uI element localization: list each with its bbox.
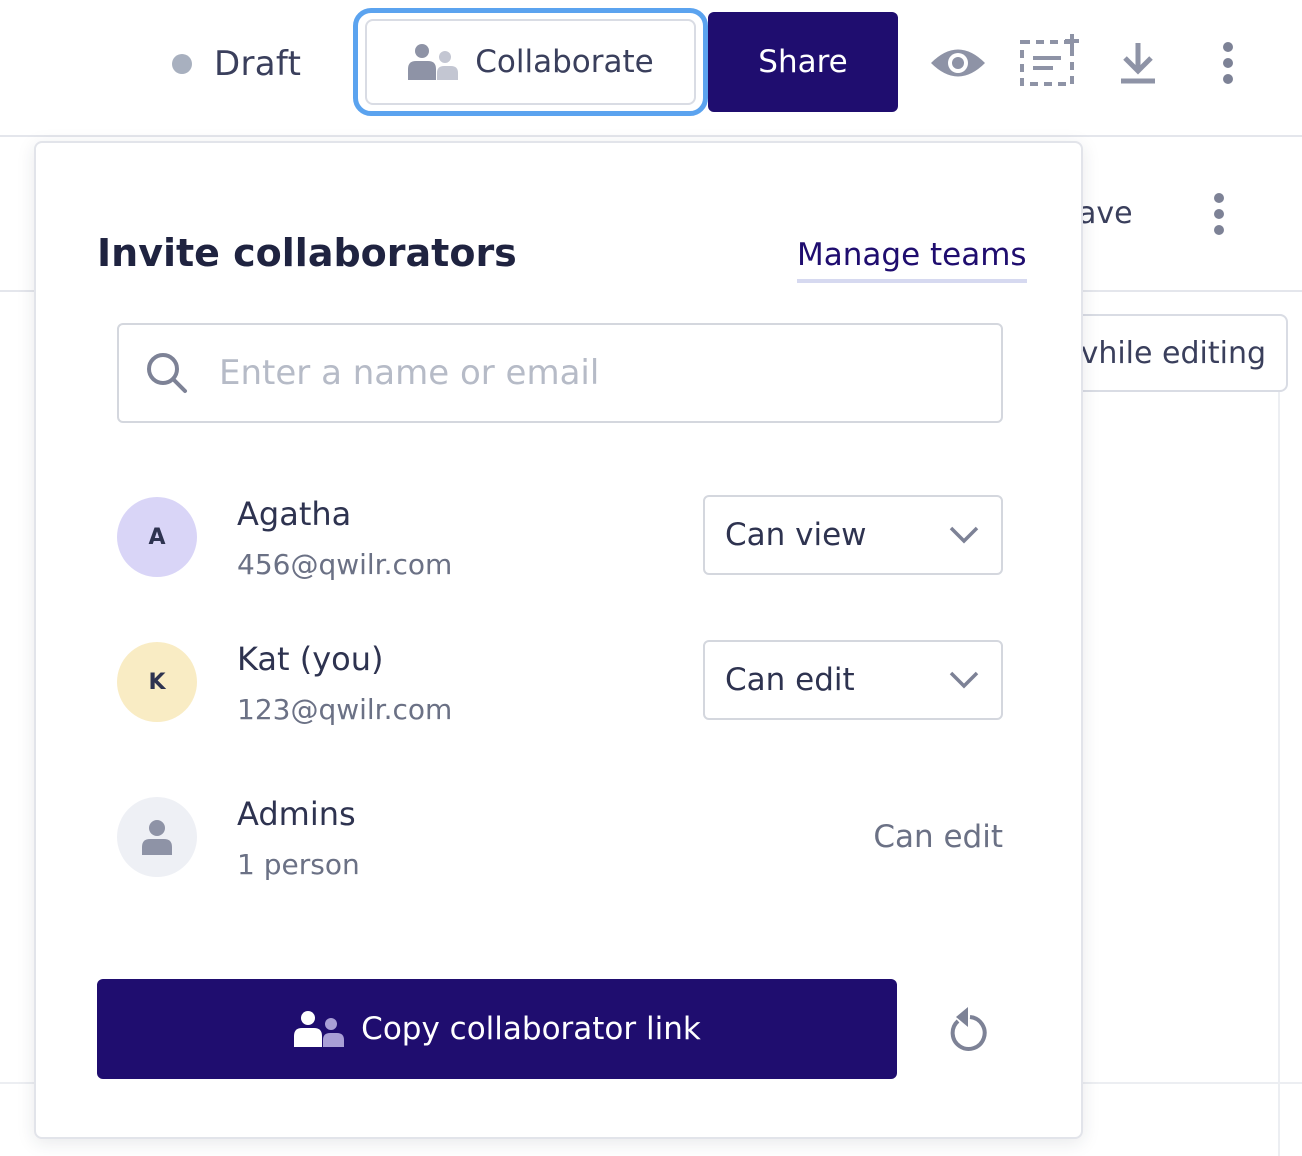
permission-select[interactable]: Can view xyxy=(703,495,1003,575)
collaborate-button-body[interactable]: Collaborate xyxy=(365,19,696,105)
permission-value: Can edit xyxy=(725,662,855,698)
collaborator-name: Kat (you) xyxy=(237,640,384,678)
more-vertical-icon[interactable] xyxy=(1216,40,1240,86)
collaborator-name: Admins xyxy=(237,795,356,833)
share-button[interactable]: Share xyxy=(708,12,898,112)
copy-collaborator-link-button[interactable]: Copy collaborator link xyxy=(97,979,897,1079)
collaborator-row: Admins 1 person Can edit xyxy=(117,795,1003,881)
top-toolbar: Draft Collaborate Share xyxy=(0,0,1302,137)
search-icon xyxy=(145,351,189,395)
manage-teams-link[interactable]: Manage teams xyxy=(797,237,1027,283)
collaborator-email: 123@qwilr.com xyxy=(237,693,453,726)
permission-value: Can view xyxy=(725,517,867,553)
avatar: A xyxy=(117,497,197,577)
avatar: K xyxy=(117,642,197,722)
background-editing-label: vhile editing xyxy=(1080,335,1266,371)
status-label: Draft xyxy=(214,44,302,84)
permission-select[interactable]: Can edit xyxy=(703,640,1003,720)
collaborator-email: 456@qwilr.com xyxy=(237,548,453,581)
collaborator-count: 1 person xyxy=(237,848,360,881)
search-input[interactable] xyxy=(219,353,959,393)
avatar xyxy=(117,797,197,877)
background-save-label[interactable]: ave xyxy=(1078,196,1133,231)
invite-collaborators-popover: Invite collaborators Manage teams A Agat… xyxy=(34,141,1083,1139)
status-indicator: Draft xyxy=(172,40,301,88)
people-icon xyxy=(407,42,459,82)
collaborate-button[interactable]: Collaborate xyxy=(353,8,708,116)
eye-icon[interactable] xyxy=(928,40,988,86)
copy-link-label: Copy collaborator link xyxy=(361,1011,701,1047)
background-editing-button[interactable]: vhile editing xyxy=(1060,314,1288,392)
people-icon xyxy=(293,1009,345,1049)
person-icon xyxy=(142,820,172,855)
collaborator-row: A Agatha 456@qwilr.com Can view xyxy=(117,495,1003,581)
popover-title: Invite collaborators xyxy=(97,231,517,275)
download-icon[interactable] xyxy=(1116,40,1160,86)
chevron-down-icon xyxy=(949,526,979,544)
collaborator-row: K Kat (you) 123@qwilr.com Can edit xyxy=(117,640,1003,726)
refresh-icon[interactable] xyxy=(946,1003,994,1053)
add-block-icon[interactable] xyxy=(1018,32,1080,88)
chevron-down-icon xyxy=(949,671,979,689)
background-vertical-line xyxy=(1278,392,1280,1156)
status-dot xyxy=(172,54,192,74)
search-box[interactable] xyxy=(117,323,1003,423)
collaborator-name: Agatha xyxy=(237,495,352,533)
collaborate-button-label: Collaborate xyxy=(475,44,654,80)
permission-value: Can edit xyxy=(873,819,1003,855)
more-vertical-icon[interactable] xyxy=(1212,192,1226,240)
